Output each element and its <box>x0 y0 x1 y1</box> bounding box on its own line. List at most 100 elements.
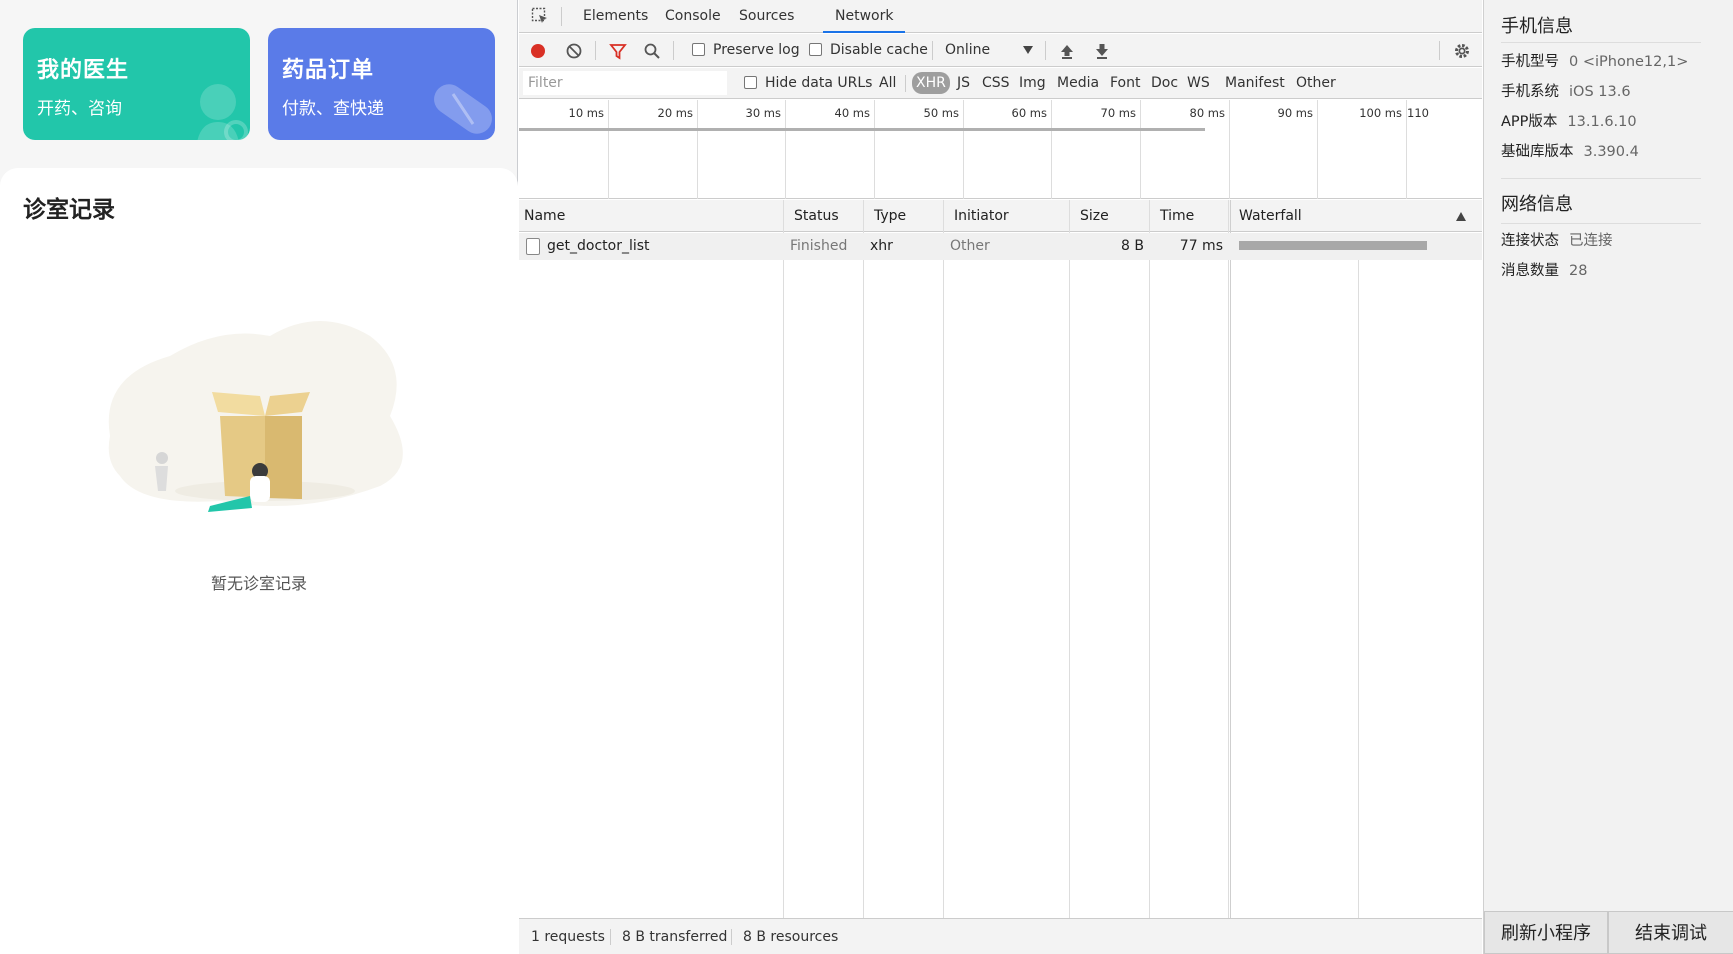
search-icon[interactable] <box>643 42 661 60</box>
overview-tick: 70 ms <box>1100 106 1136 120</box>
type-filter-css[interactable]: CSS <box>978 72 1014 94</box>
document-icon <box>526 238 540 255</box>
type-filter-js[interactable]: JS <box>953 72 974 94</box>
overview-gridline <box>1317 100 1318 199</box>
overview-gridline <box>608 100 609 199</box>
tab-elements[interactable]: Elements <box>571 0 660 33</box>
overview-request-bar <box>519 128 1205 131</box>
throttling-value: Online <box>945 42 991 58</box>
type-filter-ws[interactable]: WS <box>1183 72 1214 94</box>
column-divider <box>943 200 944 918</box>
overview-gridline <box>874 100 875 199</box>
gear-icon[interactable] <box>1453 42 1471 60</box>
my-doctor-title: 我的医生 <box>37 58 130 83</box>
type-filter-all[interactable]: All <box>875 72 900 94</box>
empty-records-text: 暂无诊室记录 <box>210 574 307 593</box>
filter-input[interactable]: Filter <box>523 71 727 95</box>
phone-os-key: 手机系统 <box>1501 84 1559 100</box>
section-divider <box>1501 223 1701 224</box>
waterfall-bar <box>1239 241 1427 250</box>
phone-os-row: 手机系统 iOS 13.6 <box>1501 82 1631 102</box>
overview-gridline <box>697 100 698 199</box>
column-time[interactable]: Time <box>1155 200 1194 232</box>
export-har-icon[interactable] <box>1093 42 1111 60</box>
request-status: Finished <box>790 238 848 254</box>
doctor-decoration-icon <box>197 84 248 140</box>
request-type: xhr <box>870 238 893 254</box>
filter-icon[interactable] <box>609 42 627 60</box>
overview-gridline <box>1140 100 1141 199</box>
summary-separator <box>610 929 611 945</box>
app-version-value: 13.1.6.10 <box>1567 114 1637 130</box>
record-icon[interactable] <box>529 42 547 60</box>
request-size: 8 B <box>1121 238 1144 254</box>
toolbar-separator <box>595 41 596 60</box>
app-version-row: APP版本 13.1.6.10 <box>1501 112 1637 132</box>
network-overview[interactable]: 10 ms 20 ms 30 ms 40 ms 50 ms 60 ms 70 m… <box>519 100 1482 199</box>
column-waterfall[interactable]: Waterfall <box>1234 200 1302 232</box>
overview-tick: 20 ms <box>657 106 693 120</box>
network-summary-bar: 1 requests 8 B transferred 8 B resources <box>519 918 1482 954</box>
column-size[interactable]: Size <box>1075 200 1109 232</box>
section-divider <box>1501 178 1701 179</box>
type-filter-xhr[interactable]: XHR <box>912 72 950 94</box>
column-divider <box>783 200 784 918</box>
toolbar-separator <box>673 41 674 60</box>
message-count-value: 28 <box>1569 263 1588 279</box>
sort-ascending-icon[interactable] <box>1456 212 1466 221</box>
preserve-log-checkbox[interactable] <box>692 43 705 56</box>
my-doctor-subtitle: 开药、咨询 <box>37 99 122 119</box>
column-name[interactable]: Name <box>519 200 565 232</box>
type-filter-other[interactable]: Other <box>1292 72 1340 94</box>
disable-cache-checkbox[interactable] <box>809 43 822 56</box>
type-filter-media[interactable]: Media <box>1053 72 1103 94</box>
overview-gridline <box>963 100 964 199</box>
phone-info-title: 手机信息 <box>1501 16 1573 37</box>
hide-data-urls-checkbox[interactable] <box>744 76 757 89</box>
miniprogram-simulator: 我的医生 开药、咨询 药品订单 付款、查快递 诊室记录 暂无诊室记录 <box>0 0 518 954</box>
clinic-records-panel: 诊室记录 暂无诊室记录 <box>0 168 518 954</box>
type-filter-font[interactable]: Font <box>1106 72 1144 94</box>
type-filter-manifest[interactable]: Manifest <box>1221 72 1289 94</box>
end-debug-button[interactable]: 结束调试 <box>1608 911 1733 954</box>
column-initiator[interactable]: Initiator <box>949 200 1009 232</box>
column-type[interactable]: Type <box>869 200 906 232</box>
clear-icon[interactable] <box>565 42 583 60</box>
overview-tick: 50 ms <box>923 106 959 120</box>
tab-network[interactable]: Network <box>823 0 906 33</box>
message-count-key: 消息数量 <box>1501 263 1559 279</box>
refresh-miniprogram-button[interactable]: 刷新小程序 <box>1484 911 1608 954</box>
my-doctor-card[interactable]: 我的医生 开药、咨询 <box>23 28 250 140</box>
type-filter-doc[interactable]: Doc <box>1147 72 1182 94</box>
request-time: 77 ms <box>1179 238 1223 254</box>
phone-model-value: 0 <iPhone12,1> <box>1569 54 1689 70</box>
device-info-panel: 手机信息 手机型号 0 <iPhone12,1> 手机系统 iOS 13.6 APP… <box>1483 0 1733 954</box>
tab-console[interactable]: Console <box>653 0 733 33</box>
overview-tick: 90 ms <box>1277 106 1313 120</box>
throttling-select[interactable]: Online <box>945 34 1037 67</box>
summary-separator <box>731 929 732 945</box>
overview-gridline <box>785 100 786 199</box>
pill-decoration-icon <box>434 84 492 134</box>
toolbar-separator <box>1439 41 1440 60</box>
filter-separator <box>905 75 906 92</box>
disable-cache-label: Disable cache <box>830 42 928 58</box>
column-status[interactable]: Status <box>789 200 839 232</box>
summary-resources: 8 B resources <box>743 929 839 945</box>
connection-status-row: 连接状态 已连接 <box>1501 231 1613 251</box>
base-lib-version-key: 基础库版本 <box>1501 144 1574 160</box>
overview-tick: 40 ms <box>834 106 870 120</box>
inspect-element-icon[interactable] <box>531 7 549 25</box>
overview-tick: 30 ms <box>745 106 781 120</box>
connection-status-key: 连接状态 <box>1501 233 1559 249</box>
drug-order-title: 药品订单 <box>282 58 375 83</box>
import-har-icon[interactable] <box>1058 42 1076 60</box>
waterfall-gridline <box>1358 233 1359 918</box>
type-filter-img[interactable]: Img <box>1015 72 1050 94</box>
tab-sources[interactable]: Sources <box>727 0 806 33</box>
table-row[interactable]: get_doctor_list Finished xhr Other 8 B 7… <box>519 233 1482 260</box>
drug-order-card[interactable]: 药品订单 付款、查快递 <box>268 28 495 140</box>
clinic-records-title: 诊室记录 <box>23 197 115 223</box>
request-table-header: Name Status Type Initiator Size Time Wat… <box>519 200 1482 232</box>
preserve-log-label: Preserve log <box>713 42 800 58</box>
